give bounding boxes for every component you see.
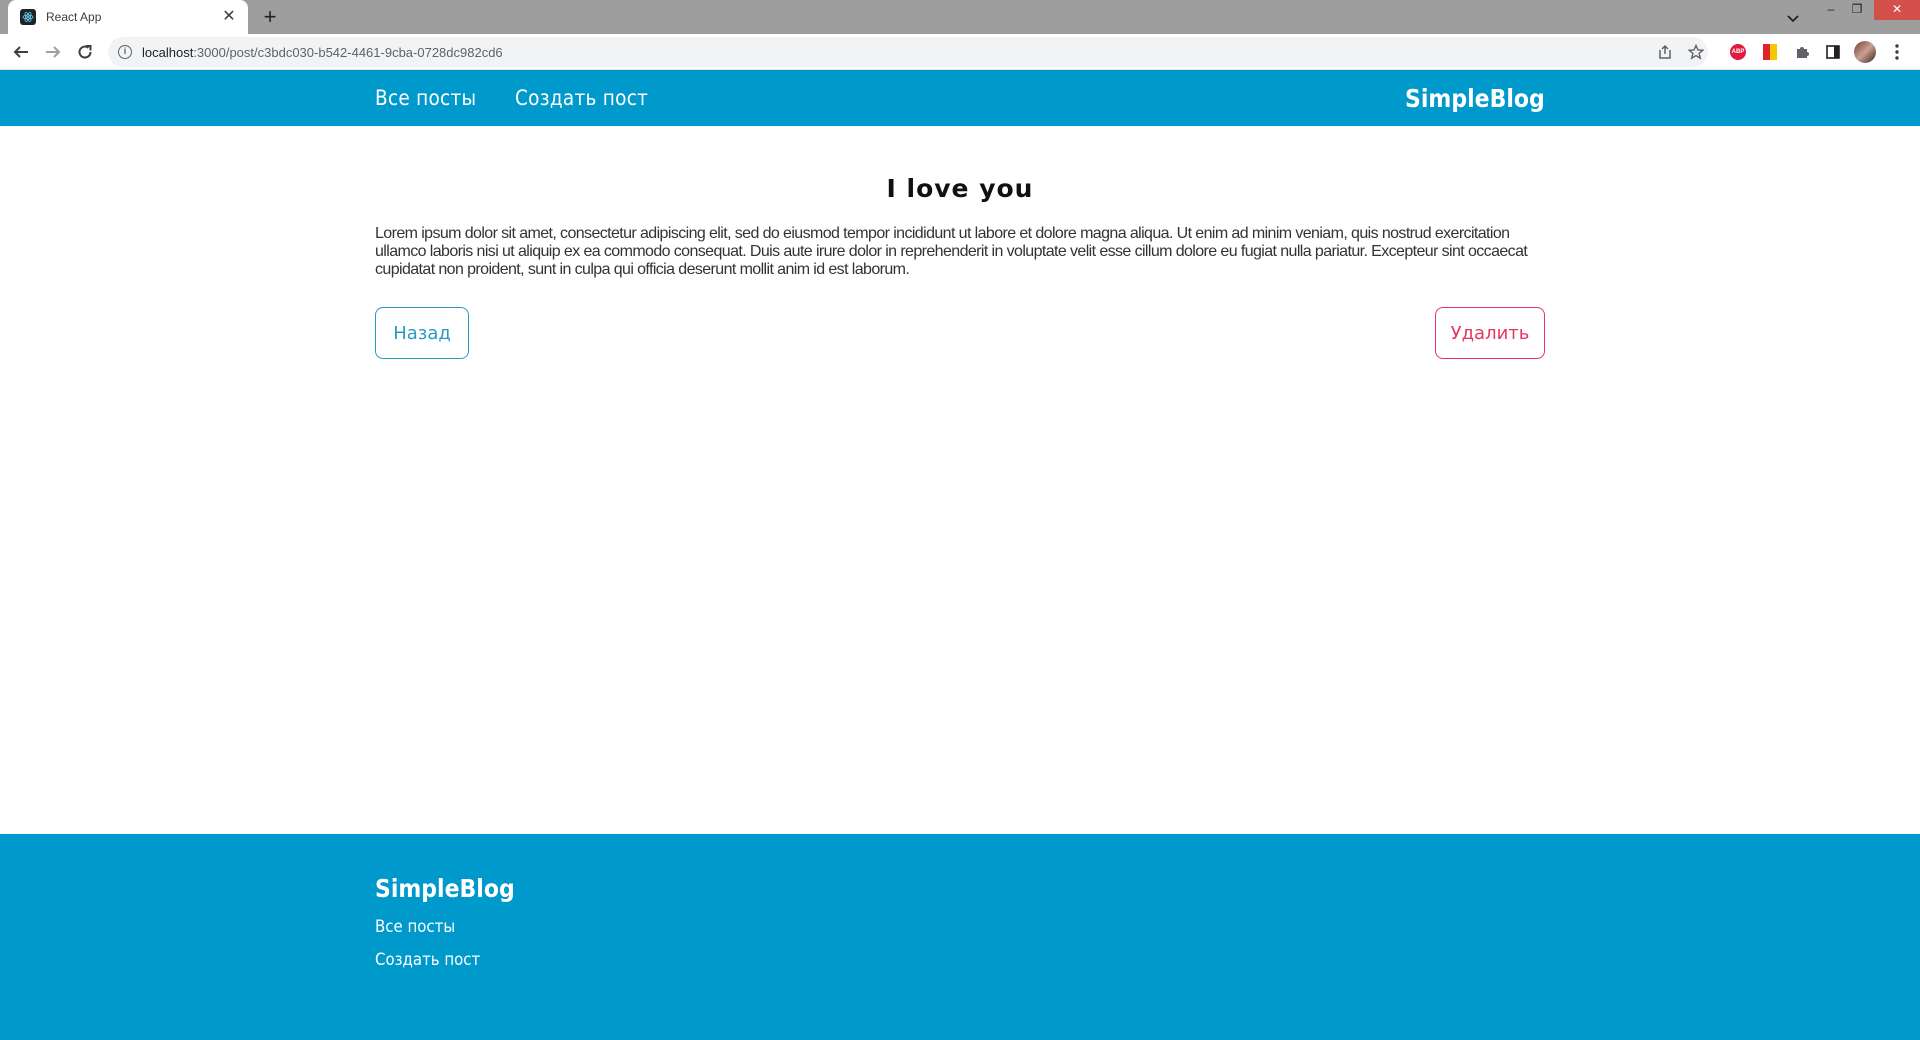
browser-tabstrip: React App ✕ + – ❐ ✕ (0, 0, 1920, 34)
post-content: I love you Lorem ipsum dolor sit amet, c… (375, 126, 1545, 359)
forward-arrow-icon[interactable] (42, 41, 64, 63)
adblock-extension-icon[interactable]: ABP (1727, 41, 1749, 63)
url-host: localhost (142, 44, 194, 60)
site-info-icon[interactable]: i (118, 45, 132, 59)
flag-extension-icon[interactable] (1759, 41, 1781, 63)
site-footer: SimpleBlog Все посты Создать пост (0, 834, 1920, 1040)
window-restore-button[interactable]: ❐ (1842, 0, 1872, 20)
new-tab-button[interactable]: + (258, 5, 282, 29)
url-path: :3000/post/c3bdc030-b542-4461-9cba-0728d… (193, 44, 503, 60)
footer-logo[interactable]: SimpleBlog (375, 874, 515, 903)
tab-search-chevron-icon[interactable] (1783, 8, 1803, 28)
back-button[interactable]: Назад (375, 307, 469, 359)
tab-close-icon[interactable]: ✕ (220, 8, 238, 26)
profile-avatar[interactable] (1854, 41, 1876, 63)
site-header: Все посты Создать пост SimpleBlog (0, 70, 1920, 126)
nav-create-post-link[interactable]: Создать пост (515, 86, 648, 110)
footer-all-posts-link[interactable]: Все посты (375, 917, 515, 937)
browser-tab[interactable]: React App ✕ (8, 0, 248, 34)
nav-all-posts-link[interactable]: Все посты (375, 86, 476, 110)
react-favicon-icon (20, 9, 36, 25)
back-arrow-icon[interactable] (10, 41, 32, 63)
browser-toolbar: i localhost :3000/post/c3bdc030-b542-446… (0, 34, 1920, 70)
side-panel-icon[interactable] (1822, 41, 1844, 63)
tab-title: React App (46, 10, 102, 24)
bookmark-star-icon[interactable] (1685, 41, 1707, 63)
post-body: Lorem ipsum dolor sit amet, consectetur … (375, 225, 1528, 278)
share-icon[interactable] (1654, 41, 1676, 63)
address-bar[interactable]: i localhost :3000/post/c3bdc030-b542-446… (108, 37, 1708, 67)
extensions-puzzle-icon[interactable] (1791, 41, 1813, 63)
window-close-button[interactable]: ✕ (1874, 0, 1920, 20)
delete-button[interactable]: Удалить (1435, 307, 1545, 359)
footer-create-post-link[interactable]: Создать пост (375, 950, 515, 970)
site-logo[interactable]: SimpleBlog (1405, 84, 1545, 113)
post-actions: Назад Удалить (375, 307, 1545, 359)
browser-menu-icon[interactable] (1886, 41, 1908, 63)
reload-icon[interactable] (74, 41, 96, 63)
post-title: I love you (886, 174, 1034, 203)
